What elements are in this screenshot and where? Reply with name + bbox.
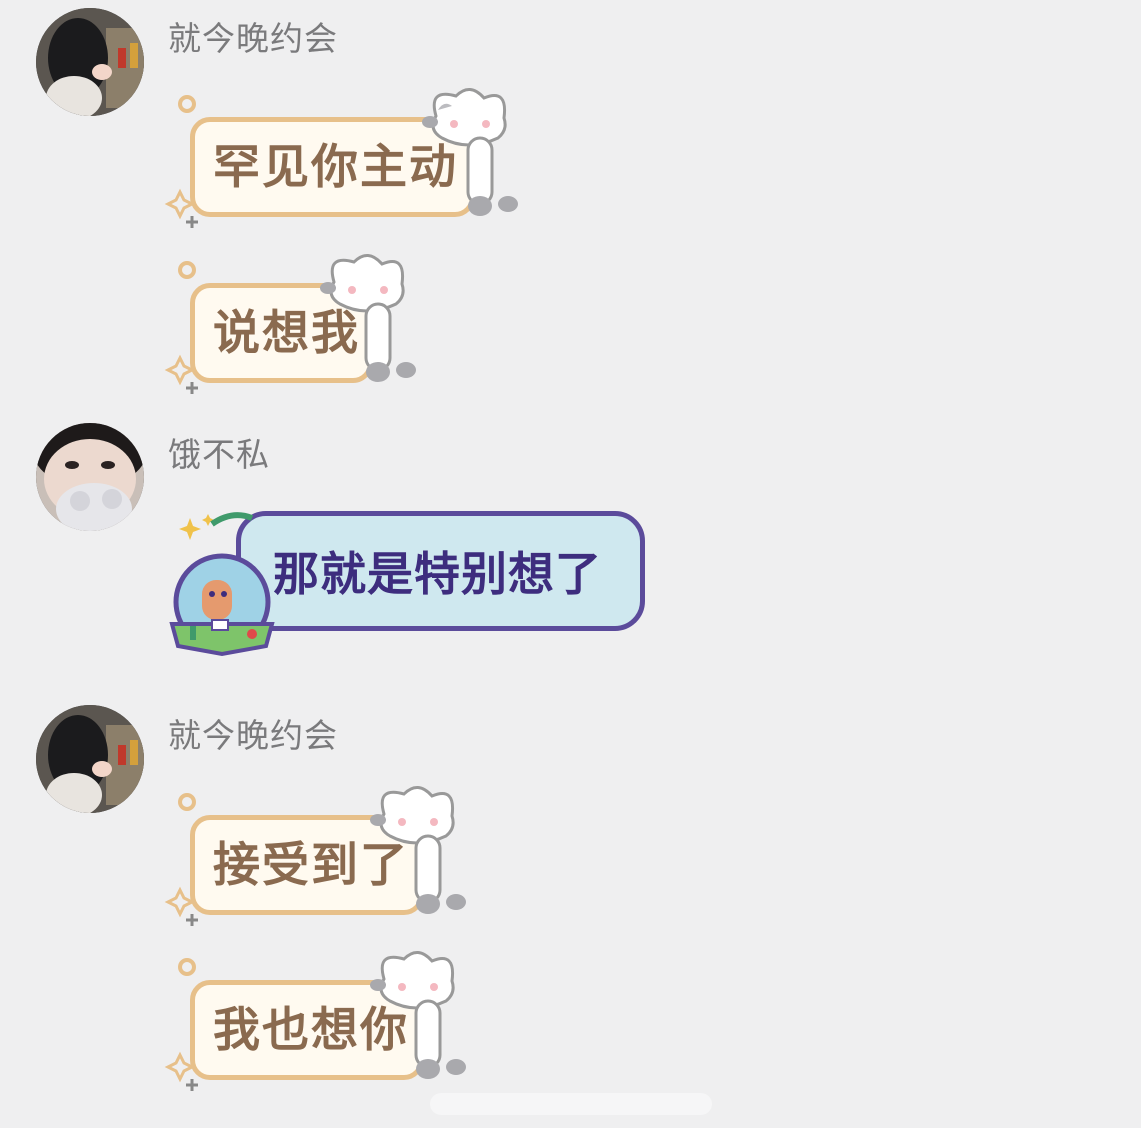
message-bubble[interactable]: 那就是特别想了 bbox=[236, 511, 645, 631]
avatar[interactable] bbox=[36, 8, 144, 116]
cat-bubble-decoration-icon bbox=[164, 951, 466, 1091]
cat-bubble-decoration-icon bbox=[164, 88, 518, 228]
cat-bubble-decoration-icon bbox=[164, 786, 466, 926]
avatar[interactable] bbox=[36, 705, 144, 813]
cat-bubble-decoration-icon bbox=[164, 254, 416, 394]
watermark bbox=[430, 1093, 712, 1115]
sender-name: 就今晚约会 bbox=[168, 19, 338, 58]
message-text: 那就是特别想了 bbox=[273, 547, 602, 601]
sender-name: 饿不私 bbox=[168, 435, 270, 474]
avatar[interactable] bbox=[36, 423, 144, 531]
sender-name: 就今晚约会 bbox=[168, 716, 338, 755]
astronaut-bubble-decoration-icon bbox=[169, 512, 275, 657]
